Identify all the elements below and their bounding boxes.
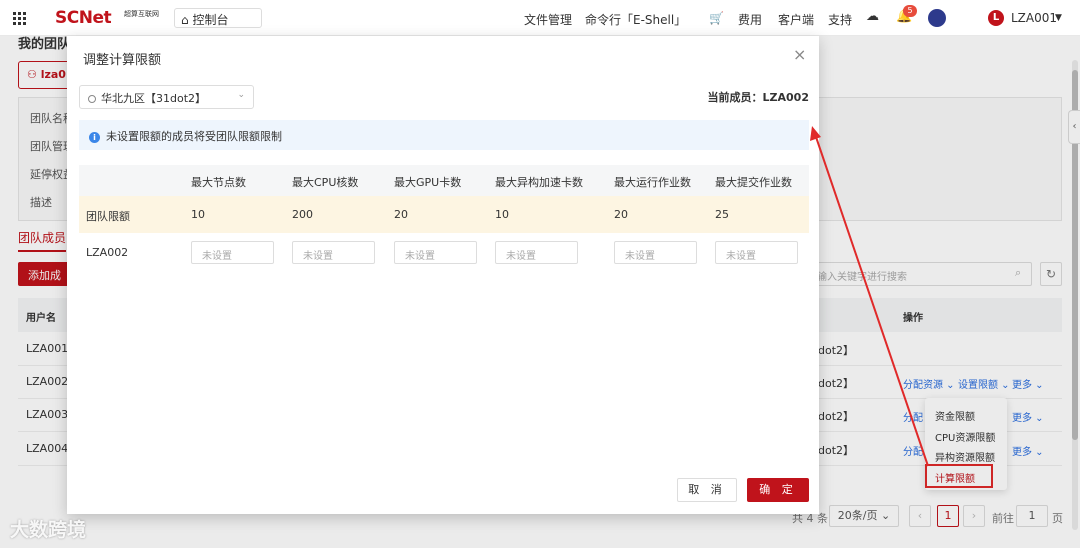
arrow-head — [810, 126, 821, 141]
arrow-line — [814, 133, 929, 467]
annotation-arrow — [810, 126, 929, 467]
watermark: 大数跨境 — [10, 519, 87, 541]
